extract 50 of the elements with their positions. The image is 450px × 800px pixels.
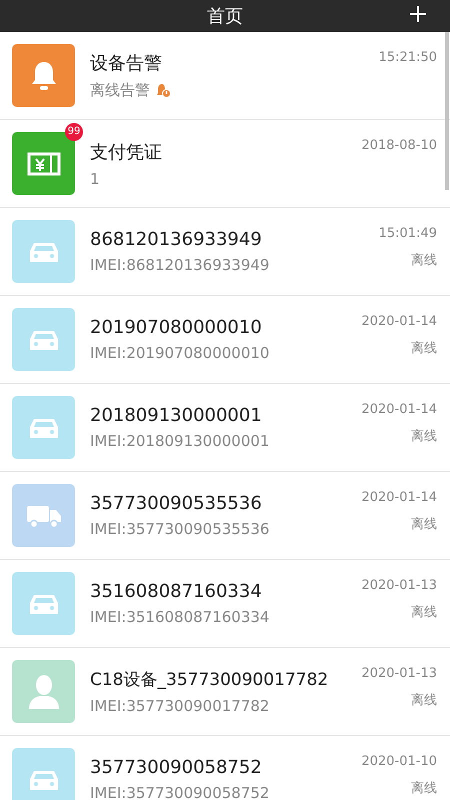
item-subtitle: IMEI:357730090017782 (90, 697, 270, 715)
message-row[interactable]: 357730090058752 IMEI:357730090058752 2020-01-10 离线 (0, 736, 450, 800)
item-title: 设备告警 (90, 52, 163, 75)
item-time: 15:01:49 (378, 226, 437, 241)
status-text: 离线 (411, 516, 437, 533)
message-row[interactable]: 351608087160334 IMEI:351608087160334 2020-01-13 离线 (0, 560, 450, 648)
status-text: 离线 (411, 692, 437, 709)
message-row[interactable]: 201809130000001 IMEI:201809130000001 2020-01-14 离线 (0, 384, 450, 472)
status-text: 离线 (411, 340, 437, 357)
item-time: 2020-01-10 (361, 754, 437, 769)
item-subtitle: 1 (90, 170, 100, 188)
status-text: 离线 (411, 780, 437, 797)
message-row[interactable]: 357730090535536 IMEI:357730090535536 2020-01-14 离线 (0, 472, 450, 560)
item-time: 2020-01-13 (361, 666, 437, 681)
item-title: 支付凭证 (90, 140, 163, 164)
item-time: 2020-01-14 (361, 402, 437, 417)
message-row[interactable]: 99 支付凭证 1 2018-08-10 (0, 120, 450, 208)
item-title: C18设备_357730090017782 (90, 669, 330, 691)
item-time: 2020-01-14 (361, 314, 437, 329)
item-title: 357730090535536 (90, 493, 263, 514)
item-subtitle: IMEI:357730090535536 (90, 520, 270, 538)
status-text: 离线 (411, 428, 437, 445)
item-subtitle: IMEI:351608087160334 (90, 608, 270, 626)
scrollbar[interactable] (445, 32, 449, 190)
item-subtitle: IMEI:201907080000010 (90, 344, 270, 362)
item-time: 2018-08-10 (361, 138, 437, 153)
item-title: 201907080000010 (90, 317, 263, 338)
item-title: 201809130000001 (90, 405, 263, 426)
alarm-bell-icon (156, 83, 171, 98)
page-title: 首页 (207, 5, 243, 28)
plus-icon[interactable] (410, 6, 426, 22)
item-time: 2020-01-14 (361, 490, 437, 505)
count-badge: 99 (65, 123, 83, 141)
message-row[interactable]: 设备告警 离线告警 15:21:50 (0, 32, 450, 120)
message-row[interactable]: C18设备_357730090017782 IMEI:357730090017782 2020-01-13 离线 (0, 648, 450, 736)
item-time: 15:21:50 (378, 50, 437, 65)
ticket-icon (26, 152, 60, 176)
item-subtitle: IMEI:201809130000001 (90, 432, 270, 450)
status-text: 离线 (411, 252, 437, 269)
item-title: 357730090058752 (90, 757, 263, 778)
message-row[interactable]: 201907080000010 IMEI:201907080000010 2020-01-14 离线 (0, 296, 450, 384)
item-title: 351608087160334 (90, 581, 263, 602)
message-row[interactable]: 868120136933949 IMEI:868120136933949 15:01:49 离线 (0, 208, 450, 296)
item-subtitle: IMEI:868120136933949 (90, 256, 270, 274)
item-subtitle: 离线告警 (90, 81, 150, 100)
item-title: 868120136933949 (90, 229, 263, 250)
item-time: 2020-01-13 (361, 578, 437, 593)
person-icon (26, 674, 60, 710)
status-text: 离线 (411, 604, 437, 621)
item-subtitle: IMEI:357730090058752 (90, 784, 270, 800)
